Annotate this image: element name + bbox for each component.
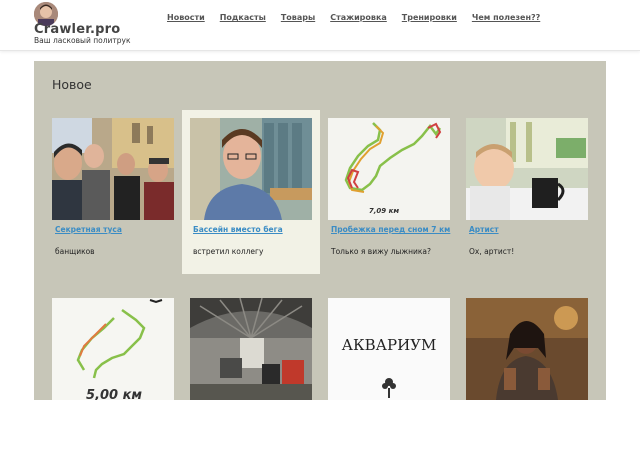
post-title-link[interactable]: Артист: [469, 225, 499, 234]
top-bar: Crawler.pro Ваш ласковый политрук Новост…: [0, 0, 640, 51]
cover-title: АКВАРИУМ: [342, 336, 437, 354]
post-card: Бассейн вместо бега встретил коллегу: [182, 110, 320, 274]
nav-link-podcasts[interactable]: Подкасты: [220, 13, 266, 22]
post-thumbnail-train-station[interactable]: [190, 298, 312, 400]
nav-link-about[interactable]: Чем полезен??: [472, 13, 540, 22]
main-nav: Новости Подкасты Товары Стажировка Трени…: [167, 13, 555, 22]
map-distance-label: 5,00 км: [86, 388, 142, 400]
post-title-link[interactable]: Пробежка перед сном 7 км: [331, 225, 450, 234]
post-card: 5,00 км: [44, 290, 182, 454]
nav-link-workouts[interactable]: Тренировки: [402, 13, 457, 22]
post-title-link[interactable]: Секретная туса: [55, 225, 122, 234]
post-card: [458, 290, 596, 454]
post-card: 7,09 км Пробежка перед сном 7 км Только …: [320, 110, 458, 274]
post-card: Артист Ох, артист!: [458, 110, 596, 274]
post-description: Ох, артист!: [469, 247, 515, 256]
post-description: встретил коллегу: [193, 247, 264, 256]
post-thumbnail-run-route-map[interactable]: 7,09 км: [328, 118, 450, 220]
nav-link-news[interactable]: Новости: [167, 13, 205, 22]
post-card: [182, 290, 320, 454]
post-description: Только я вижу лыжника?: [331, 247, 432, 256]
site-title[interactable]: Crawler.pro: [34, 22, 120, 37]
post-thumbnail-group-selfie[interactable]: [52, 118, 174, 220]
map-distance-label: 7,09 км: [369, 207, 399, 215]
post-thumbnail-game-character[interactable]: [466, 298, 588, 400]
post-description: банщиков: [55, 247, 95, 256]
post-title-link[interactable]: Бассейн вместо бега: [193, 225, 283, 234]
post-thumbnail-run-route-map[interactable]: 5,00 км: [52, 298, 174, 400]
post-card: АКВАРИУМ: [320, 290, 458, 454]
post-thumbnail-book-cover[interactable]: АКВАРИУМ: [328, 298, 450, 400]
post-thumbnail-locker-room-selfie[interactable]: [190, 118, 312, 220]
site-tagline: Ваш ласковый политрук: [34, 36, 131, 45]
nav-link-goods[interactable]: Товары: [281, 13, 315, 22]
nav-link-internship[interactable]: Стажировка: [330, 13, 387, 22]
post-thumbnail-child-with-mug[interactable]: [466, 118, 588, 220]
section-title: Новое: [52, 77, 92, 92]
post-card: Секретная туса банщиков: [44, 110, 182, 274]
